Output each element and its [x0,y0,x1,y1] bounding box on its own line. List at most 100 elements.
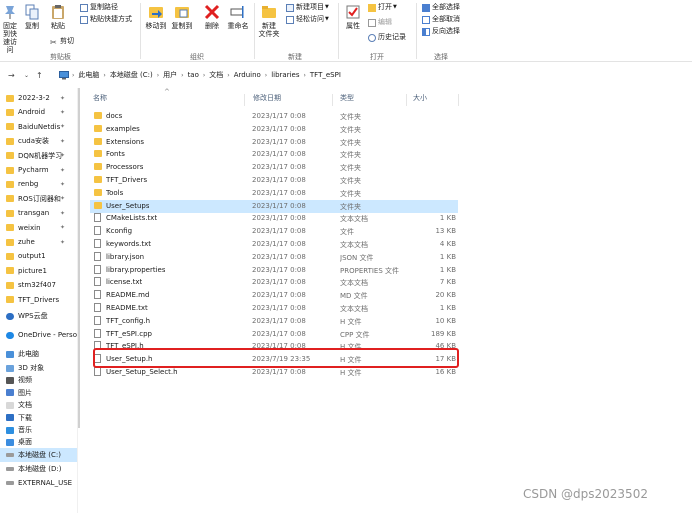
pin-icon[interactable]: ✦ [60,195,65,202]
column-header-size[interactable]: 大小 [413,92,427,108]
recent-dropdown-icon[interactable]: ⌄ [24,72,29,79]
sidebar-item[interactable]: renbg ✦ [0,177,77,191]
pin-icon[interactable]: ✦ [60,95,65,102]
new-folder-button[interactable]: 新建 文件夹 [256,4,282,38]
file-name: User_Setups [106,201,150,210]
properties-button[interactable]: 属性 [342,4,364,30]
rename-button[interactable]: 重命名 [226,4,250,30]
move-to-button[interactable]: 移动到 [144,4,168,30]
sidebar-item[interactable]: 2022-3-2 ✦ [0,91,77,105]
table-row[interactable]: CMakeLists.txt 2023/1/17 0:08 文本文档 1 KB [90,212,458,225]
sidebar-item-label: 下载 [18,413,32,422]
table-row[interactable]: Extensions 2023/1/17 0:08 文件夹 [90,136,458,149]
pin-icon[interactable]: ✦ [60,181,65,188]
sidebar-item[interactable]: 本地磁盘 (C:) [0,447,77,462]
pin-icon[interactable]: ✦ [60,123,65,130]
pin-quick-access-button[interactable]: 固定到快 速访问 [0,4,20,54]
column-header-date[interactable]: 修改日期 [253,92,281,108]
sidebar-item[interactable]: 此电脑 [0,347,77,361]
sidebar-item[interactable]: output1 [0,249,77,263]
sidebar-item[interactable]: picture1 [0,264,77,278]
sidebar-item[interactable]: 本地磁盘 (D:) [0,462,77,476]
table-row[interactable]: Fonts 2023/1/17 0:08 文件夹 [90,148,458,161]
pin-icon[interactable]: ✦ [60,152,65,159]
sidebar-item[interactable]: TFT_Drivers [0,293,77,307]
table-row[interactable]: TFT_config.h 2023/1/17 0:08 H 文件 10 KB [90,315,458,328]
column-divider[interactable] [458,94,459,106]
breadcrumb-item[interactable]: 本地磁盘 (C:) [110,70,153,80]
pin-icon[interactable]: ✦ [60,167,65,174]
back-arrow-icon[interactable]: → [8,71,15,80]
column-header-name[interactable]: 名称 [93,92,107,108]
table-row[interactable]: license.txt 2023/1/17 0:08 文本文档 7 KB [90,276,458,289]
pin-icon[interactable]: ✦ [60,109,65,116]
table-row[interactable]: TFT_eSPI.cpp 2023/1/17 0:08 CPP 文件 189 KB [90,328,458,341]
sidebar-item[interactable]: BaiduNetdis ✦ [0,120,77,134]
sidebar-item-label: 视频 [18,376,32,385]
column-divider[interactable] [406,94,407,106]
pin-icon[interactable]: ✦ [60,210,65,217]
sidebar-item[interactable]: weixin ✦ [0,221,77,235]
table-row[interactable]: Processors 2023/1/17 0:08 文件夹 [90,161,458,174]
breadcrumb-item[interactable]: TFT_eSPI [310,71,341,79]
table-row[interactable]: Kconfig 2023/1/17 0:08 文件 13 KB [90,225,458,238]
breadcrumb-item[interactable]: 文档 [209,70,223,80]
breadcrumb-item[interactable]: 用户 [163,70,177,80]
column-divider[interactable] [332,94,333,106]
copy-button[interactable]: 复制 [22,4,42,30]
file-name: library.properties [106,265,166,274]
table-row[interactable]: keywords.txt 2023/1/17 0:08 文本文档 4 KB [90,238,458,251]
breadcrumb-item[interactable]: 此电脑 [78,70,99,80]
paste-button[interactable]: 粘贴 [46,4,70,30]
select-none-button[interactable]: 全部取消 [422,15,460,24]
edit-button[interactable]: 编辑 [368,18,392,27]
breadcrumb-item[interactable]: tao [188,71,199,79]
file-icon [94,367,101,376]
sidebar-item-label: EXTERNAL_USE [18,478,73,487]
table-row[interactable]: User_Setups 2023/1/17 0:08 文件夹 [90,199,458,213]
breadcrumb[interactable]: › 此电脑 › 本地磁盘 (C:) › 用户 › tao › 文档 › Arduino › librar… [58,68,688,82]
sidebar-item[interactable]: Android ✦ [0,105,77,119]
breadcrumb-item[interactable]: Arduino [234,71,261,79]
history-button[interactable]: 历史记录 [368,33,406,42]
table-row[interactable]: library.properties 2023/1/17 0:08 PROPERTI… [90,264,458,277]
paste-shortcut-button[interactable]: 粘贴快捷方式 [80,15,132,24]
pin-icon[interactable]: ✦ [60,138,65,145]
sidebar-item[interactable]: DQN机器学习 ✦ [0,149,77,163]
pin-icon[interactable]: ✦ [60,239,65,246]
sidebar-item[interactable]: stm32f407 [0,278,77,292]
table-row[interactable]: README.md 2023/1/17 0:08 MD 文件 20 KB [90,289,458,302]
up-arrow-icon[interactable]: ↑ [36,71,43,80]
copy-to-button[interactable]: 复制到 [170,4,194,30]
select-all-button[interactable]: 全部选择 [422,3,460,12]
drive-icon [6,452,14,457]
easy-access-button[interactable]: 轻松访问 ▼ [286,15,329,24]
table-row[interactable]: docs 2023/1/17 0:08 文件夹 [90,110,458,123]
invert-selection-button[interactable]: 反向选择 [422,27,460,36]
table-row[interactable]: examples 2023/1/17 0:08 文件夹 [90,123,458,136]
open-button[interactable]: 打开 ▼ [368,3,397,12]
new-item-button[interactable]: 新建项目 ▼ [286,3,329,12]
file-size: 1 KB [439,265,456,274]
column-divider[interactable] [244,94,245,106]
sidebar-item[interactable]: ROS订阅器和 ✦ [0,192,77,206]
sidebar-item[interactable]: cuda安装 ✦ [0,134,77,148]
table-row[interactable]: library.json 2023/1/17 0:08 JSON 文件 1 KB [90,251,458,264]
cut-button[interactable]: ✂ 剪切 [50,37,74,47]
table-row[interactable]: TFT_Drivers 2023/1/17 0:08 文件夹 [90,174,458,187]
file-name: license.txt [106,278,143,287]
copy-path-button[interactable]: 复制路径 [80,3,118,12]
sidebar-item[interactable]: OneDrive - Perso [0,328,77,342]
column-header-type[interactable]: 类型 [340,92,354,108]
delete-button[interactable]: 删除 [200,4,224,30]
sidebar-item[interactable]: zuhe ✦ [0,235,77,249]
pin-icon[interactable]: ✦ [60,224,65,231]
table-row[interactable]: README.txt 2023/1/17 0:08 文本文档 1 KB [90,302,458,315]
sidebar-item[interactable]: WPS云盘 [0,309,77,323]
file-icon [94,303,101,312]
sidebar-item[interactable]: Pycharm ✦ [0,163,77,177]
breadcrumb-item[interactable]: libraries [271,71,299,79]
sidebar-item[interactable]: EXTERNAL_USE [0,476,77,490]
table-row[interactable]: Tools 2023/1/17 0:08 文件夹 [90,187,458,200]
sidebar-item[interactable]: transgan ✦ [0,206,77,220]
